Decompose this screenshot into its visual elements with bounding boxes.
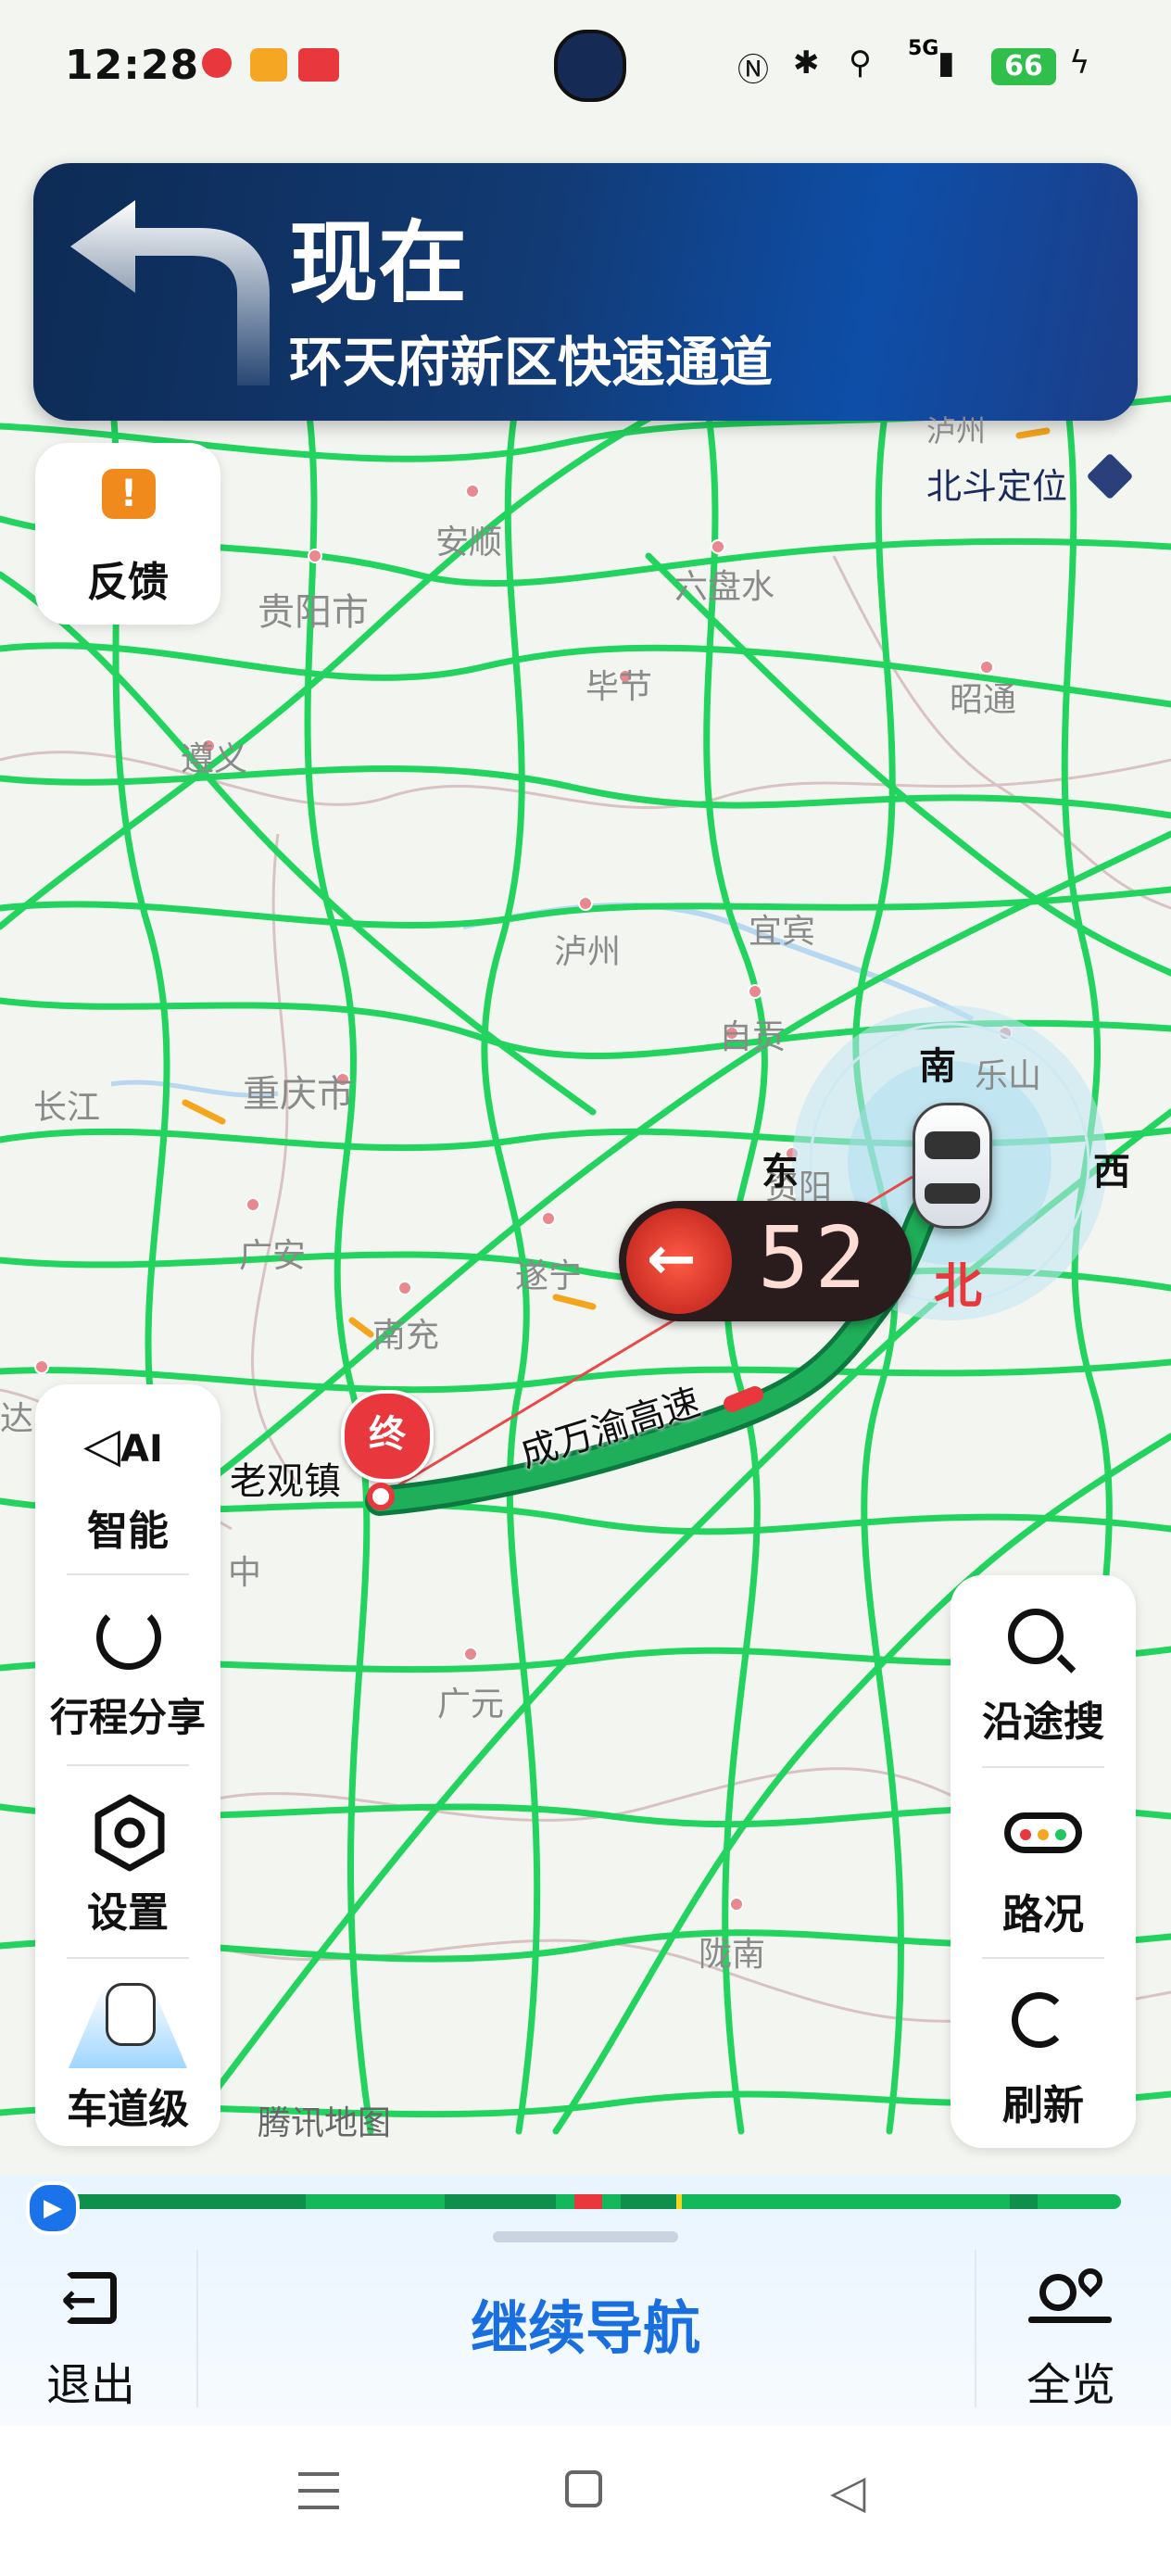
map-label: 贵阳市 <box>258 591 369 634</box>
trip-share-button[interactable]: 行程分享 <box>35 1577 220 1762</box>
map-label: 宜宾 <box>749 913 816 951</box>
destination-name: 老观镇 <box>230 1460 341 1503</box>
app-notification-icon <box>250 48 287 82</box>
map-label: 广元 <box>437 1686 505 1724</box>
overview-pin <box>1073 2263 1108 2298</box>
bottom-panel: ▶ ← 退出 继续导航 全览 <box>0 2176 1171 2426</box>
compass-east: 东 <box>762 1151 799 1193</box>
lane-car-icon <box>106 1983 156 2046</box>
overview-label: 全览 <box>1026 2359 1116 2411</box>
vehicle-icon <box>913 1103 992 1229</box>
right-toolbar: 沿途搜 路况 刷新 <box>951 1575 1136 2148</box>
smart-label: 智能 <box>87 1508 169 1555</box>
menu-nav-icon[interactable] <box>298 2472 339 2509</box>
map-label: 陇南 <box>699 1936 766 1974</box>
search-icon-handle <box>1056 1654 1077 1673</box>
banner-instruction: 现在 <box>289 211 467 315</box>
map-label: 广安 <box>239 1237 307 1275</box>
countdown-value: 52 <box>758 1208 872 1307</box>
charging-icon: ϟ <box>1069 44 1090 82</box>
beidou-label: 北斗定位 <box>926 466 1068 507</box>
map-label: 遵义 <box>181 740 248 778</box>
map-label: 自贡 <box>719 1018 787 1056</box>
traffic-label: 路况 <box>1002 1891 1084 1938</box>
search-icon <box>1008 1609 1064 1664</box>
back-nav-icon[interactable]: ◁ <box>830 2465 865 2519</box>
status-bar: 12:28 Ⓝ ✱ ⚲ 5G ▮ 66 ϟ <box>0 0 1171 139</box>
traffic-button[interactable]: 路况 <box>951 1768 1136 1957</box>
refresh-icon <box>1012 1992 1067 2048</box>
feedback-icon: ! <box>102 469 156 519</box>
divider <box>67 1764 189 1766</box>
compass-south: 南 <box>919 1045 956 1088</box>
overview-icon <box>1039 2274 1077 2311</box>
status-time: 12:28 <box>65 42 200 89</box>
navigation-banner[interactable]: 现在 环天府新区快速通道 <box>33 163 1138 421</box>
bluetooth-icon: ✱ <box>793 44 820 82</box>
map-label: 重庆市 <box>243 1073 354 1116</box>
turn-left-arrow-icon <box>70 200 270 385</box>
home-nav-icon[interactable] <box>565 2470 602 2507</box>
map-label: 毕节 <box>586 668 653 706</box>
compass-north: 北 <box>934 1259 983 1315</box>
map-label: 遂宁 <box>515 1257 583 1295</box>
exit-button[interactable]: ← 退出 <box>19 2241 185 2417</box>
map-watermark: 腾讯地图 <box>258 2104 392 2142</box>
overview-button[interactable]: 全览 <box>982 2241 1158 2417</box>
map-label: 长江 <box>33 1089 101 1127</box>
news-app-icon <box>298 48 339 82</box>
turn-left-icon: ← <box>626 1208 732 1314</box>
divider <box>67 1957 189 1959</box>
turn-countdown: ← 52 <box>619 1201 912 1321</box>
settings-label: 设置 <box>87 1889 169 1937</box>
map-label: 达 <box>0 1400 34 1438</box>
nfc-icon: Ⓝ <box>737 52 769 89</box>
map-label: 南充 <box>372 1317 440 1355</box>
video-app-icon <box>202 48 232 78</box>
destination-marker[interactable]: 终 <box>341 1390 434 1483</box>
share-icon <box>96 1605 161 1670</box>
refresh-button[interactable]: 刷新 <box>951 1959 1136 2148</box>
search-along-label: 沿途搜 <box>982 1698 1104 1746</box>
exit-arrow: ← <box>61 2274 97 2324</box>
progress-start-icon: ▶ <box>26 2181 80 2235</box>
battery-indicator: 66 <box>991 48 1056 85</box>
route-progress-bar <box>28 2194 1121 2209</box>
drag-handle[interactable] <box>493 2231 678 2242</box>
settings-icon <box>94 1794 165 1872</box>
trip-share-label: 行程分享 <box>49 1695 206 1740</box>
map-label: 泸州 <box>926 413 987 448</box>
divider <box>67 1573 189 1575</box>
feedback-button[interactable]: ! 反馈 <box>35 443 220 625</box>
compass-west: 西 <box>1093 1151 1130 1193</box>
ai-speaker-icon: ◁AI <box>83 1418 163 1473</box>
search-along-button[interactable]: 沿途搜 <box>951 1575 1136 1764</box>
lane-level-button[interactable]: 车道级 <box>35 1961 220 2146</box>
left-toolbar: ◁AI 智能 行程分享 设置 车道级 <box>35 1384 220 2146</box>
settings-button[interactable]: 设置 <box>35 1768 220 1953</box>
location-icon: ⚲ <box>849 44 872 82</box>
banner-road-name: 环天府新区快速通道 <box>289 331 774 394</box>
exit-label: 退出 <box>46 2359 136 2411</box>
map-label: 中 <box>228 1554 262 1592</box>
system-navigation-bar: ◁ <box>0 2426 1171 2576</box>
feedback-label: 反馈 <box>87 559 169 606</box>
destination-point <box>367 1483 395 1510</box>
map-label: 昭通 <box>950 681 1017 719</box>
network-type: 5G <box>908 37 939 60</box>
map-label: 乐山 <box>975 1057 1042 1095</box>
map-label: 六盘水 <box>674 568 775 606</box>
lane-level-label: 车道级 <box>67 2086 189 2133</box>
map-label: 安顺 <box>435 524 503 562</box>
smart-button[interactable]: ◁AI 智能 <box>35 1384 220 1570</box>
continue-navigation-button[interactable]: 继续导航 <box>198 2250 973 2407</box>
traffic-icon <box>1004 1812 1082 1853</box>
divider <box>975 2250 976 2407</box>
signal-icon: ▮ <box>938 44 955 82</box>
map-label: 泸州 <box>554 933 622 971</box>
camera-cutout <box>535 26 639 102</box>
refresh-label: 刷新 <box>1002 2082 1084 2129</box>
overview-base <box>1028 2317 1112 2323</box>
